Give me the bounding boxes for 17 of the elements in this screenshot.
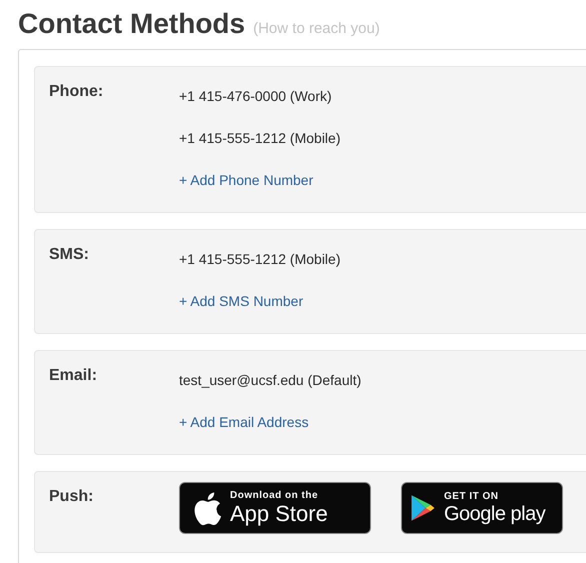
contact-value: +1 415-555-1212 (Mobile): [179, 129, 340, 148]
app-store-badge[interactable]: Download on the App Store: [179, 482, 371, 534]
page-title: Contact Methods: [18, 8, 246, 40]
play-triangle-icon: [410, 494, 436, 522]
add-link[interactable]: + Add Phone Number: [179, 160, 340, 202]
contact-value: +1 415-476-0000 (Work): [179, 87, 333, 106]
apple-icon: [192, 490, 222, 526]
google-play-badge[interactable]: GET IT ON Google play: [401, 482, 563, 534]
add-link[interactable]: + Add SMS Number: [179, 281, 340, 323]
section-label: Phone:: [49, 82, 104, 102]
contact-value: test_user@ucsf.edu (Default): [179, 371, 362, 390]
page-subtitle: (How to reach you): [253, 20, 380, 37]
section-label: SMS:: [49, 245, 90, 265]
contact-value: +1 415-555-1212 (Mobile): [179, 250, 340, 269]
section-label: Push:: [49, 487, 94, 507]
section-label: Email:: [49, 366, 98, 386]
add-link[interactable]: + Add Email Address: [179, 402, 362, 444]
